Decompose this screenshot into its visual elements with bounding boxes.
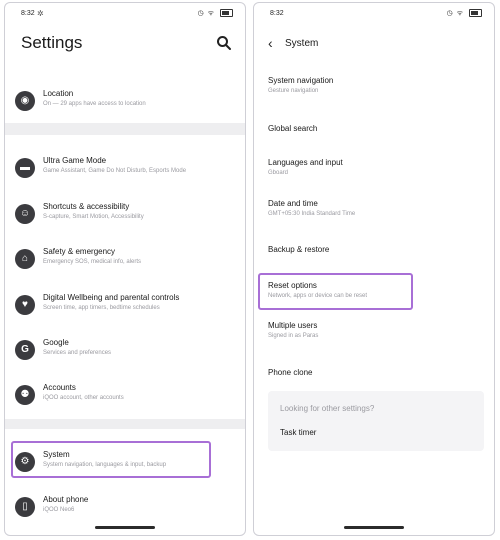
back-arrow-icon[interactable]: ‹ — [268, 36, 273, 50]
settings-screen: 8:32 ✲ ◷ ᯤ Settings ◉ Location On — 29 a… — [4, 2, 246, 536]
item-subtitle: On — 29 apps have access to location — [43, 101, 146, 107]
item-title: Safety & emergency — [43, 247, 116, 256]
search-icon[interactable] — [215, 34, 233, 52]
settings-status-icon: ✲ — [37, 9, 44, 18]
other-settings-prompt: Looking for other settings? — [280, 404, 375, 413]
item-title: Global search — [268, 124, 318, 133]
item-subtitle: iQOO account, other accounts — [43, 395, 124, 401]
item-subtitle: Services and preferences — [43, 350, 112, 356]
system-highlight — [11, 441, 211, 478]
system-item-global-search[interactable]: Global search — [268, 124, 486, 152]
item-subtitle: S-capture, Smart Motion, Accessibility — [43, 214, 144, 220]
item-subtitle: iQOO Neo6 — [43, 507, 75, 513]
item-subtitle: Game Assistant, Game Do Not Disturb, Esp… — [43, 168, 187, 174]
item-title: Digital Wellbeing and parental controls — [43, 293, 180, 302]
system-item-multiple-users[interactable]: Multiple users Signed in as Paras — [268, 321, 486, 349]
accessibility-icon: ☺ — [15, 204, 35, 224]
settings-item-about-phone[interactable]: ▯ About phone iQOO Neo6 — [5, 487, 245, 527]
item-title: Shortcuts & accessibility — [43, 202, 130, 211]
item-title: About phone — [43, 495, 89, 504]
settings-item-shortcuts-accessibility[interactable]: ☺ Shortcuts & accessibility S-capture, S… — [5, 194, 245, 234]
gesture-nav-bar[interactable] — [344, 526, 404, 529]
item-title: Location — [43, 89, 74, 98]
item-subtitle: Screen time, app timers, bedtime schedul… — [43, 305, 160, 311]
location-icon: ◉ — [15, 91, 35, 111]
task-timer-link[interactable]: Task timer — [280, 428, 316, 437]
system-item-navigation[interactable]: System navigation Gesture navigation — [268, 76, 486, 104]
status-bar: 8:32 ✲ ◷ ᯤ — [5, 3, 245, 25]
accounts-icon: ⚉ — [15, 385, 35, 405]
item-subtitle: Gboard — [268, 170, 289, 176]
item-title: Multiple users — [268, 321, 318, 330]
system-item-backup-restore[interactable]: Backup & restore — [268, 245, 486, 273]
settings-item-digital-wellbeing[interactable]: ♥ Digital Wellbeing and parental control… — [5, 285, 245, 325]
google-icon: G — [15, 340, 35, 360]
section-divider — [5, 419, 245, 429]
other-settings-card: Looking for other settings? Task timer — [268, 391, 484, 451]
page-title: Settings — [21, 33, 83, 52]
reset-options-highlight — [258, 273, 413, 310]
item-subtitle: GMT+05:30 India Standard Time — [268, 211, 356, 217]
settings-item-safety-emergency[interactable]: ⌂ Safety & emergency Emergency SOS, medi… — [5, 239, 245, 279]
settings-item-google[interactable]: G Google Services and preferences — [5, 330, 245, 370]
item-subtitle: Signed in as Paras — [268, 333, 319, 339]
status-bar: 8:32 ◷ ᯤ — [254, 3, 494, 25]
item-title: Phone clone — [268, 368, 313, 377]
system-item-date-time[interactable]: Date and time GMT+05:30 India Standard T… — [268, 199, 486, 227]
emergency-icon: ⌂ — [15, 249, 35, 269]
status-time: 8:32 — [270, 10, 284, 17]
item-title: Ultra Game Mode — [43, 156, 107, 165]
item-subtitle: Emergency SOS, medical info, alerts — [43, 259, 142, 265]
item-title: Google — [43, 338, 69, 347]
system-item-languages-input[interactable]: Languages and input Gboard — [268, 158, 486, 186]
gesture-nav-bar[interactable] — [95, 526, 155, 529]
status-time: 8:32 — [21, 10, 35, 17]
system-screen: 8:32 ◷ ᯤ ‹ System System navigation Gest… — [253, 2, 495, 536]
game-controller-icon: ▬ — [15, 158, 35, 178]
settings-item-accounts[interactable]: ⚉ Accounts iQOO account, other accounts — [5, 375, 245, 415]
status-icons: ◷ ᯤ — [447, 9, 482, 18]
digital-wellbeing-icon: ♥ — [15, 295, 35, 315]
item-subtitle: Gesture navigation — [268, 88, 319, 94]
item-title: Languages and input — [268, 158, 343, 167]
status-icons: ◷ ᯤ — [198, 9, 233, 18]
item-title: Date and time — [268, 199, 318, 208]
item-title: System navigation — [268, 76, 334, 85]
settings-item-ultra-game-mode[interactable]: ▬ Ultra Game Mode Game Assistant, Game D… — [5, 148, 245, 188]
battery-icon — [469, 9, 482, 18]
section-divider — [5, 123, 245, 135]
item-title: Accounts — [43, 383, 76, 392]
phone-info-icon: ▯ — [15, 497, 35, 517]
battery-icon — [220, 9, 233, 18]
settings-item-location[interactable]: ◉ Location On — 29 apps have access to l… — [5, 81, 245, 121]
item-title: Backup & restore — [268, 245, 330, 254]
page-title: System — [285, 38, 319, 49]
